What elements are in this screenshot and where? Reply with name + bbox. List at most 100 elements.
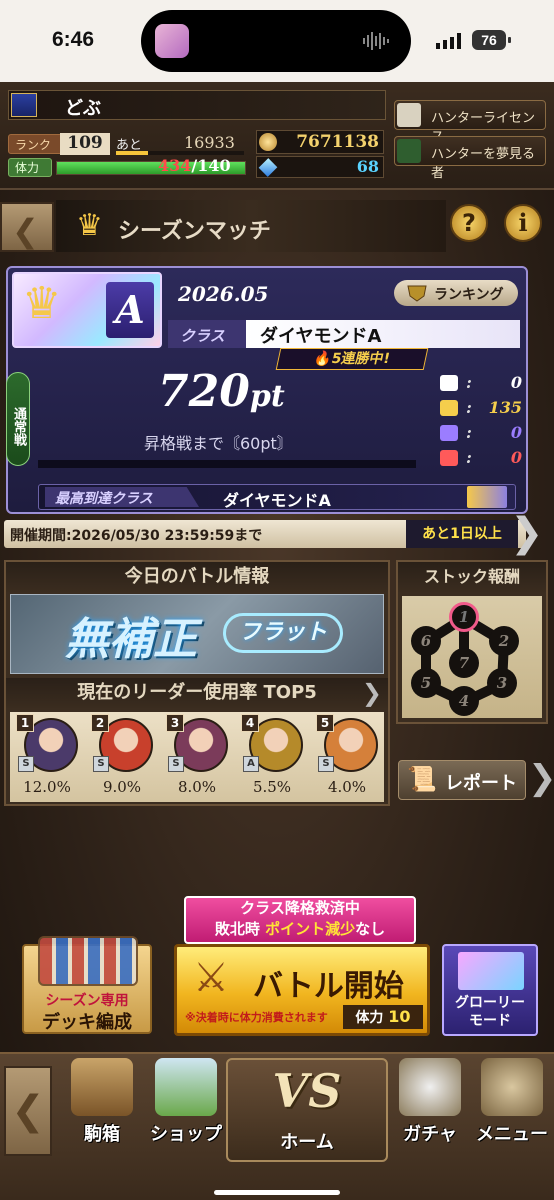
battle-info-title: 今日のバトル情報 — [6, 562, 388, 592]
leader-item[interactable]: 1 S 12.0% — [14, 712, 80, 802]
stock-reward-panel[interactable]: ストック報酬 12 345 67 — [396, 560, 548, 724]
treasure-chest-icon — [71, 1058, 133, 1116]
coin-counter[interactable]: 7671138 — [256, 130, 384, 154]
nav-label-shop: ショップ — [150, 1124, 222, 1145]
aspiring-hunter-button[interactable]: ハンターを夢見る者 — [394, 136, 546, 181]
nav-item-home[interactable]: VS ホーム — [226, 1058, 388, 1162]
glory-line1: グローリー — [455, 995, 525, 1011]
leader-usage-rate: 4.0% — [327, 778, 367, 796]
nav-item-piece-box[interactable]: 駒箱 — [64, 1058, 140, 1146]
nav-back-button[interactable]: ❮ — [4, 1066, 52, 1156]
nav-label-home: ホーム — [280, 1132, 334, 1153]
player-name: どぶ — [65, 98, 101, 119]
top5-header[interactable]: 現在のリーダー使用率 TOP5 ❯ — [6, 678, 388, 708]
exp-bar — [116, 151, 244, 155]
top5-chevron-icon: ❯ — [361, 679, 382, 707]
leader-item[interactable]: 4 A 5.5% — [239, 712, 305, 802]
nav-item-menu[interactable]: メニュー — [472, 1058, 552, 1146]
info-button[interactable]: i — [504, 204, 542, 242]
player-emblem-icon — [11, 93, 37, 117]
stock-node: 1 — [449, 602, 479, 632]
coin-icon — [259, 133, 277, 151]
ranking-crest-icon — [407, 285, 427, 302]
nav-label-piece-box: 駒箱 — [84, 1124, 120, 1145]
stat-value: 0 — [510, 448, 522, 467]
info-icon: i — [518, 208, 528, 237]
player-name-bar[interactable]: どぶ — [8, 90, 386, 120]
gem-counter[interactable]: 68 — [256, 156, 384, 178]
battle-start-button[interactable]: ⚔ バトル開始 ※決着時に体力消費されます 体力 10 — [174, 944, 430, 1036]
stock-node: 3 — [487, 668, 517, 698]
ranking-button[interactable]: ランキング — [394, 280, 518, 306]
battery-indicator: 76 — [472, 30, 511, 50]
bottom-nav: ❮ 駒箱 ショップ VS ホーム ガチャ メニュー — [0, 1052, 554, 1200]
title-bar: ❮ ♛ シーズンマッチ ? i — [0, 196, 554, 258]
next-exp-value: 16933 — [184, 133, 235, 152]
class-value: ダイヤモンドA — [246, 320, 520, 348]
signal-icon — [436, 33, 461, 49]
leader-item[interactable]: 3 S 8.0% — [164, 712, 230, 802]
leader-rank: 2 — [91, 714, 109, 732]
stat-colon: : — [466, 448, 472, 467]
gold-crest-icon — [440, 400, 458, 416]
nav-item-shop[interactable]: ショップ — [146, 1058, 226, 1146]
vs-icon: VS — [272, 1064, 342, 1118]
event-period-bar: 開催期間:2026/05/30 23:59:59まで あと1日以上 — [4, 520, 526, 548]
report-button[interactable]: 📜 レポート — [398, 760, 526, 800]
rule-main: 無補正 — [65, 614, 197, 665]
glory-mode-button[interactable]: グローリー モード — [442, 944, 538, 1036]
report-chevron-icon[interactable]: ❯ — [528, 758, 554, 798]
crossed-swords-icon: ⚔ — [193, 955, 229, 1001]
stat-value: 0 — [510, 423, 522, 442]
stat-value: 135 — [488, 398, 522, 417]
rarity-badge: S — [318, 756, 334, 772]
nav-item-gacha[interactable]: ガチャ — [392, 1058, 468, 1146]
period-chevron-icon[interactable]: ❯ — [510, 510, 544, 556]
period-label: 開催期間:2026/05/30 23:59:59まで — [10, 528, 263, 544]
glory-mode-icon — [458, 952, 524, 990]
report-label: レポート — [445, 773, 517, 794]
page-title: シーズンマッチ — [118, 219, 271, 244]
app-thumbnail-icon — [155, 24, 189, 58]
crown-icon: ♛ — [76, 208, 103, 243]
stat-row: :0 — [440, 447, 524, 472]
license-card-icon — [397, 103, 421, 127]
back-arrow-icon: ❮ — [12, 212, 39, 250]
help-button[interactable]: ? — [450, 204, 488, 242]
leader-item[interactable]: 5 S 4.0% — [314, 712, 380, 802]
player-hud: どぶ ランク 109 あと 16933 体力 434/140 7671138 6… — [0, 82, 554, 190]
promotion-text: 昇格戦まで〘60pt〙 — [144, 434, 293, 453]
stamina-cost-value: 10 — [388, 1007, 411, 1026]
stamina-cost: 体力 10 — [343, 1005, 423, 1029]
glory-mode-label: グローリー モード — [444, 994, 536, 1030]
season-deck-button[interactable]: シーズン専用 デッキ編成 — [22, 936, 152, 1034]
leader-usage-rate: 9.0% — [102, 778, 142, 796]
leader-list: 1 S 12.0% 2 S 9.0% 3 S 8.0% 4 A 5.5% 5 S 4.0% — [10, 712, 384, 802]
stamina-note: ※決着時に体力消費されます — [185, 1011, 328, 1024]
stamina-text: 434/140 — [158, 156, 231, 175]
season-points: 720pt — [158, 366, 285, 417]
rule-sub: フラット — [223, 613, 343, 653]
gears-icon — [481, 1058, 543, 1116]
back-button[interactable]: ❮ — [0, 202, 54, 252]
leader-rank: 3 — [166, 714, 184, 732]
hunter-license-button[interactable]: ハンターライセンス — [394, 100, 546, 145]
aspiring-hunter-label: ハンターを夢見る者 — [431, 147, 536, 181]
stock-node: 7 — [449, 648, 479, 678]
best-class-emblem-icon — [467, 486, 507, 508]
battle-info-panel: 今日のバトル情報 無補正 フラット 現在のリーダー使用率 TOP5 ❯ 1 S 12… — [4, 560, 390, 806]
stat-colon: : — [466, 373, 472, 392]
top5-title: 現在のリーダー使用率 TOP5 — [77, 682, 317, 703]
leader-rank: 1 — [16, 714, 34, 732]
title-band: ♛ シーズンマッチ — [56, 200, 446, 252]
season-date: 2026.05 — [178, 282, 269, 306]
dynamic-island — [141, 10, 411, 72]
exp-bar-fill — [116, 151, 148, 155]
rescue-line2-suffix: なし — [355, 920, 386, 938]
leader-item[interactable]: 2 S 9.0% — [89, 712, 155, 802]
class-row: クラス ダイヤモンドA — [168, 320, 520, 348]
rescue-line2-prefix: 敗北時 — [214, 920, 266, 938]
gem-value: 68 — [356, 157, 379, 176]
gacha-orbs-icon — [399, 1058, 461, 1116]
stat-colon: : — [466, 398, 472, 417]
